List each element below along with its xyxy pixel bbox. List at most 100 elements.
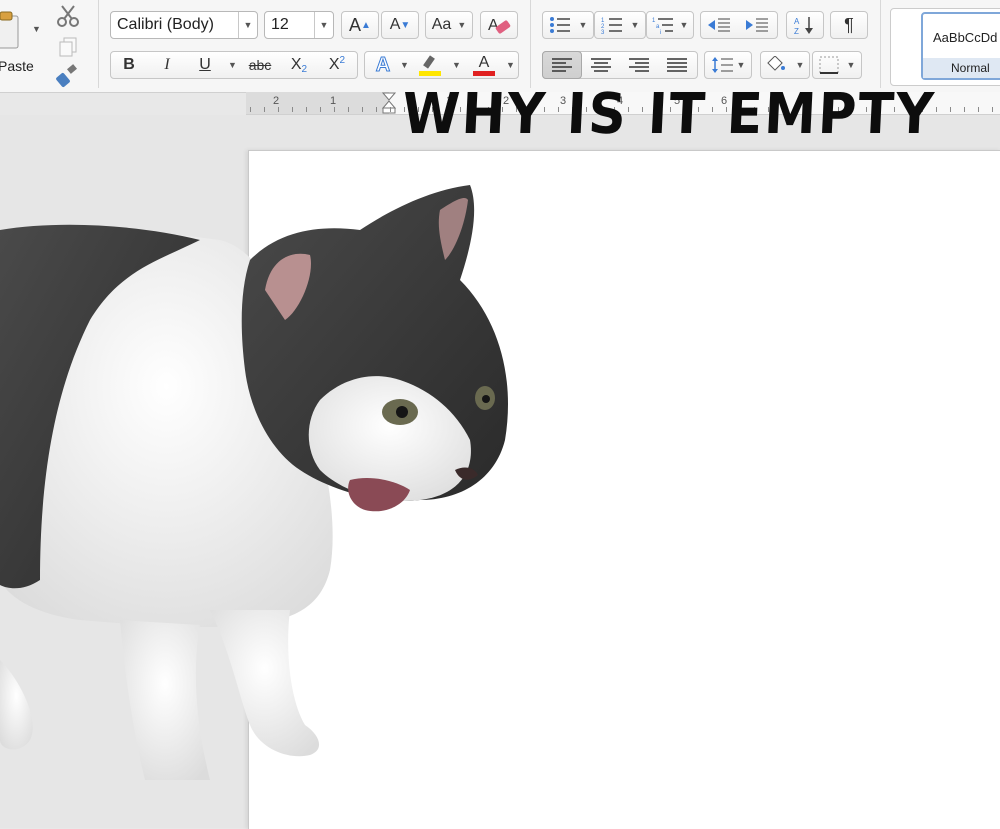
- multilevel-list-icon: 1ai: [652, 18, 673, 34]
- font-name-select[interactable]: Calibri (Body) ▼: [110, 11, 258, 39]
- numbered-list-icon: 123: [601, 18, 622, 34]
- style-normal[interactable]: AaBbCcDd Normal: [921, 12, 1000, 80]
- underline-button[interactable]: U: [186, 51, 224, 79]
- indent-marker-icon[interactable]: [382, 92, 396, 114]
- align-left-button[interactable]: [542, 51, 582, 79]
- ruler-tick: [306, 107, 307, 112]
- cut-icon[interactable]: [56, 4, 80, 28]
- highlighter-icon: [423, 54, 435, 69]
- ruler-tick: [362, 107, 363, 112]
- font-color-button[interactable]: A: [466, 51, 502, 79]
- justify-icon: [667, 58, 687, 72]
- superscript-label: X: [328, 56, 340, 73]
- format-painter-icon[interactable]: [56, 64, 80, 88]
- svg-text:i: i: [660, 30, 661, 34]
- paste-label: Paste: [0, 58, 34, 74]
- multilevel-list-button[interactable]: 1ai ▼: [646, 11, 694, 39]
- pilcrow-icon: ¶: [844, 14, 854, 35]
- ruler-number: 1: [330, 95, 337, 107]
- superscript-button[interactable]: X2: [318, 51, 356, 79]
- paint-bucket-icon: [766, 56, 785, 71]
- ruler-tick: [334, 107, 335, 112]
- chevron-down-icon[interactable]: ▼: [796, 60, 805, 70]
- chevron-down-icon[interactable]: ▼: [631, 20, 640, 30]
- ruler-tick: [348, 107, 349, 112]
- italic-label: I: [164, 56, 170, 73]
- ribbon-divider: [880, 0, 881, 88]
- ruler-tick: [376, 107, 377, 112]
- shading-button[interactable]: ▼: [760, 51, 810, 79]
- underline-label: U: [199, 56, 211, 73]
- svg-text:A: A: [794, 17, 800, 26]
- svg-text:Z: Z: [794, 27, 799, 35]
- ruler-tick: [250, 107, 251, 112]
- text-effects-button[interactable]: A: [366, 51, 400, 79]
- subscript-index: 2: [301, 63, 308, 75]
- chevron-down-icon[interactable]: ▼: [238, 12, 257, 38]
- highlight-color-bar: [419, 70, 441, 76]
- show-formatting-button[interactable]: ¶: [830, 11, 868, 39]
- indent-icon: [746, 18, 768, 32]
- highlight-button[interactable]: [412, 51, 448, 79]
- chevron-down-icon[interactable]: ▼: [452, 60, 461, 70]
- strikethrough-button[interactable]: abc: [240, 51, 280, 79]
- font-size-select[interactable]: 12 ▼: [264, 11, 334, 39]
- ruler-margin: [246, 92, 389, 114]
- chevron-down-icon[interactable]: ▼: [506, 60, 515, 70]
- chevron-down-icon[interactable]: ▼: [314, 12, 333, 38]
- subscript-label: X: [290, 56, 302, 73]
- paste-button[interactable]: ▼ Paste: [0, 8, 44, 78]
- ribbon: ▼ Paste Calibri (Body) ▼ 12 ▼ A ▲ A ▼ Aa…: [0, 0, 1000, 93]
- align-right-icon: [629, 58, 649, 72]
- chevron-down-icon[interactable]: ▼: [228, 60, 237, 70]
- borders-button[interactable]: ▼: [812, 51, 862, 79]
- sort-button[interactable]: AZ: [786, 11, 824, 39]
- triangle-up-icon: ▲: [361, 19, 371, 31]
- font-color-label: A: [478, 53, 490, 71]
- justify-button[interactable]: [658, 51, 696, 79]
- superscript-index: 2: [339, 54, 346, 66]
- bullets-button[interactable]: ▼: [542, 11, 594, 39]
- align-right-button[interactable]: [620, 51, 658, 79]
- increase-indent-button[interactable]: [738, 11, 776, 39]
- borders-icon: [819, 56, 839, 74]
- ruler-tick: [292, 107, 293, 112]
- font-name-value: Calibri (Body): [117, 16, 214, 33]
- bold-button[interactable]: B: [110, 51, 148, 79]
- cat-image: [0, 185, 508, 780]
- svg-text:A: A: [488, 17, 499, 34]
- sort-icon: AZ: [794, 17, 813, 35]
- style-preview: AaBbCcDd: [933, 30, 998, 45]
- ruler-tick: [320, 107, 321, 112]
- align-center-button[interactable]: [582, 51, 620, 79]
- chevron-down-icon[interactable]: ▼: [457, 20, 466, 30]
- bold-label: B: [123, 56, 135, 73]
- line-spacing-button[interactable]: ▼: [704, 51, 752, 79]
- copy-icon[interactable]: [58, 36, 80, 58]
- chevron-down-icon[interactable]: ▼: [400, 60, 409, 70]
- strikethrough-label: abc: [248, 57, 272, 73]
- eraser-icon: A: [488, 17, 511, 34]
- line-spacing-icon: [711, 57, 733, 73]
- align-left-icon: [552, 58, 572, 72]
- chevron-down-icon[interactable]: ▼: [579, 20, 588, 30]
- ruler-tick: [978, 107, 979, 112]
- chevron-down-icon[interactable]: ▼: [847, 60, 856, 70]
- decrease-indent-button[interactable]: [700, 11, 738, 39]
- numbering-button[interactable]: 123 ▼: [594, 11, 646, 39]
- shrink-font-label: A: [389, 16, 401, 33]
- grow-font-button[interactable]: A ▲: [341, 11, 379, 39]
- change-case-button[interactable]: Aa ▼: [425, 11, 473, 39]
- paste-dropdown-caret[interactable]: ▼: [32, 24, 41, 34]
- chevron-down-icon[interactable]: ▼: [680, 20, 689, 30]
- clear-formatting-button[interactable]: A: [480, 11, 518, 39]
- italic-button[interactable]: I: [148, 51, 186, 79]
- ribbon-divider: [98, 0, 99, 88]
- meme-caption: WHY IS IT EMPTY: [400, 82, 937, 147]
- ruler-tick: [964, 107, 965, 112]
- subscript-button[interactable]: X2: [280, 51, 318, 79]
- clipboard-icon: [0, 11, 19, 49]
- chevron-down-icon[interactable]: ▼: [737, 60, 746, 70]
- change-case-label: Aa: [431, 16, 452, 33]
- shrink-font-button[interactable]: A ▼: [381, 11, 419, 39]
